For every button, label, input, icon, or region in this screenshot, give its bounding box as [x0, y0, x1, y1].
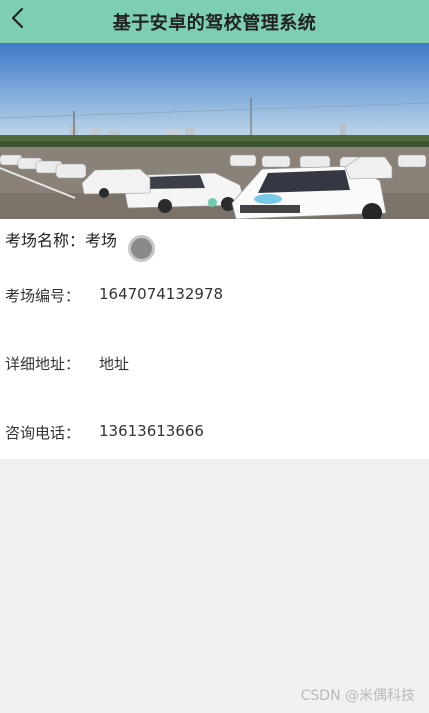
venue-name-label: 考场名称： — [5, 231, 86, 250]
venue-number-value: 1647074132978 — [99, 285, 224, 303]
venue-address-label: 详细地址： — [5, 355, 81, 373]
venue-phone-row[interactable]: 咨询电话： 13613613666 — [5, 422, 204, 443]
venue-number-label: 考场编号： — [5, 287, 81, 305]
banner-image[interactable] — [0, 43, 429, 219]
carousel-indicator-active[interactable] — [208, 198, 217, 207]
watermark: CSDN @米偶科技 — [300, 688, 415, 704]
venue-phone-label: 咨询电话： — [5, 424, 81, 442]
venue-name-row: 考场名称：考场 — [5, 227, 117, 251]
chevron-left-icon — [11, 7, 24, 29]
venue-address-row: 详细地址： 地址 — [5, 353, 129, 374]
venue-address-value: 地址 — [99, 355, 130, 373]
venue-info-card: 考场名称：考场 考场编号： 1647074132978 详细地址： 地址 咨询电… — [0, 219, 429, 459]
app-header: 基于安卓的驾校管理系统 — [0, 0, 429, 43]
venue-name-value: 考场 — [85, 231, 118, 250]
venue-number-row: 考场编号： 1647074132978 — [5, 285, 223, 306]
page-title: 基于安卓的驾校管理系统 — [112, 12, 317, 34]
back-button[interactable] — [4, 4, 32, 32]
venue-phone-value[interactable]: 13613613666 — [99, 422, 204, 443]
touch-indicator — [128, 235, 155, 262]
